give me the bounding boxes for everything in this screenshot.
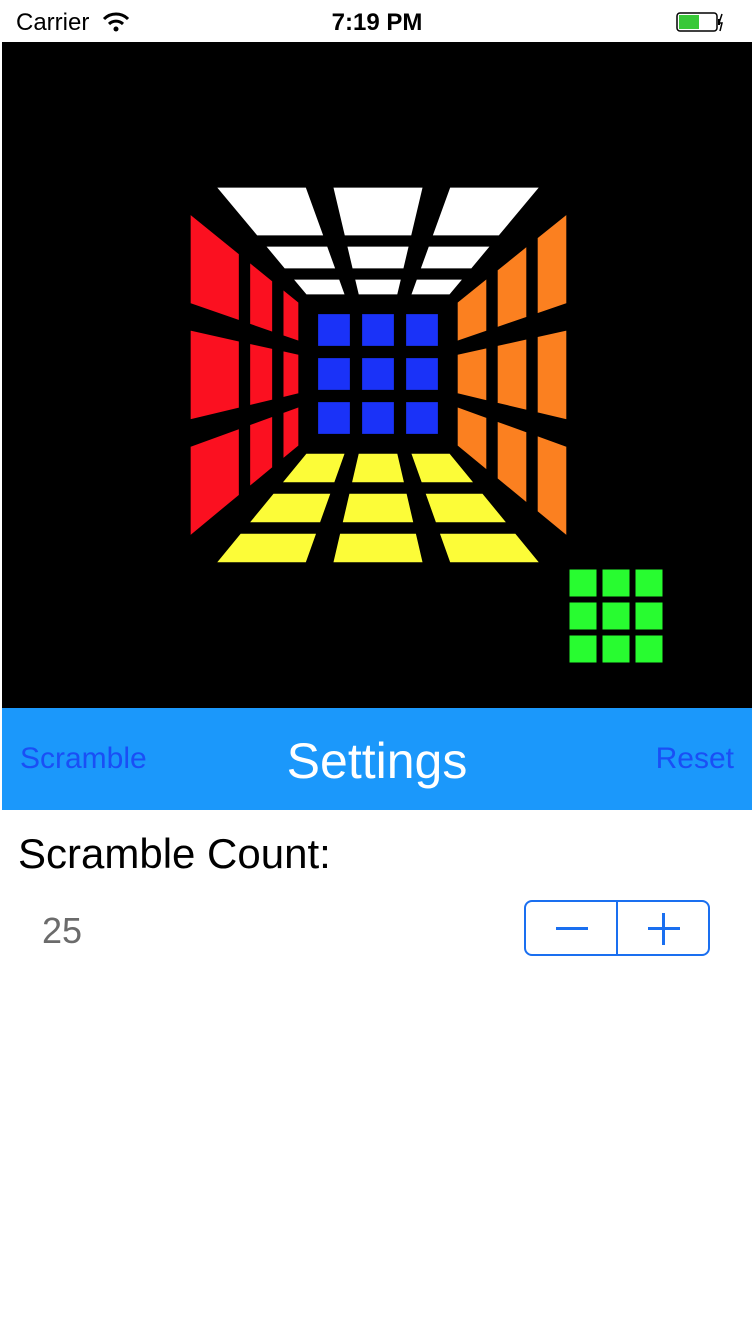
top-face-sticker	[287, 276, 349, 298]
top-face-sticker	[210, 184, 328, 239]
bottom-face-sticker	[348, 450, 408, 486]
cube-inside-view[interactable]	[2, 42, 752, 708]
left-face-sticker	[187, 208, 242, 325]
top-face-sticker	[329, 184, 427, 239]
right-face-sticker	[494, 335, 530, 414]
right-face-sticker	[454, 403, 490, 476]
mini-face-sticker	[599, 599, 633, 633]
right-face-sticker	[494, 240, 530, 332]
left-face-sticker	[187, 326, 242, 424]
left-face-sticker	[247, 340, 276, 409]
scramble-count-label: Scramble Count:	[18, 830, 331, 877]
right-face-sticker	[534, 208, 570, 318]
mini-face-sticker	[632, 566, 666, 600]
mini-face-sticker	[632, 632, 666, 666]
back-face-sticker	[315, 311, 353, 349]
mini-face-sticker	[566, 599, 600, 633]
scramble-count-stepper[interactable]	[524, 900, 710, 956]
top-face-sticker	[407, 276, 469, 298]
page-title: Settings	[286, 733, 468, 789]
bottom-face-sticker	[276, 450, 349, 486]
nav-bar: Scramble Settings Reset	[2, 708, 752, 810]
top-face-sticker	[351, 276, 405, 298]
back-face-sticker	[315, 399, 353, 437]
clock: 7:19 PM	[331, 9, 423, 36]
bottom-face-sticker	[329, 530, 427, 566]
back-face-sticker	[359, 311, 397, 349]
mini-face-sticker	[599, 632, 633, 666]
left-face-sticker	[187, 424, 242, 542]
right-face-sticker	[494, 417, 530, 509]
top-face-sticker	[428, 184, 546, 239]
left-face-sticker	[280, 284, 302, 345]
reset-button[interactable]: Reset	[656, 742, 734, 776]
decrement-button[interactable]	[526, 902, 616, 954]
left-face-sticker	[247, 257, 276, 336]
bottom-face-sticker	[243, 490, 335, 526]
top-face-sticker	[343, 243, 413, 272]
increment-button[interactable]	[616, 902, 708, 954]
left-face-sticker	[247, 412, 276, 492]
mini-face-sticker	[599, 566, 633, 600]
back-face-sticker	[359, 399, 397, 437]
bottom-face-sticker	[421, 490, 513, 526]
status-bar: Carrier 7:19 PM	[0, 0, 754, 42]
bottom-face-sticker	[407, 450, 480, 486]
back-face-sticker	[403, 311, 441, 349]
scramble-count-value: 25	[42, 910, 83, 951]
bottom-face-sticker	[338, 490, 418, 526]
right-face-sticker	[454, 344, 490, 404]
right-face-sticker	[534, 326, 570, 424]
minus-icon	[556, 927, 588, 930]
mini-face-sticker	[632, 599, 666, 633]
back-face-sticker	[315, 355, 353, 393]
mini-face-sticker	[566, 632, 600, 666]
top-face-sticker	[260, 243, 340, 272]
right-face-sticker	[454, 273, 490, 345]
battery-icon	[676, 12, 723, 32]
back-face-sticker	[403, 355, 441, 393]
top-face-sticker	[416, 243, 496, 272]
mini-face-sticker	[566, 566, 600, 600]
bottom-face-sticker	[210, 530, 321, 566]
bottom-face-sticker	[435, 530, 546, 566]
left-face-sticker	[280, 347, 302, 401]
right-face-sticker	[534, 432, 570, 542]
cube-view[interactable]	[2, 42, 752, 708]
back-face-sticker	[359, 355, 397, 393]
left-face-sticker	[280, 403, 302, 465]
back-face-sticker	[403, 399, 441, 437]
